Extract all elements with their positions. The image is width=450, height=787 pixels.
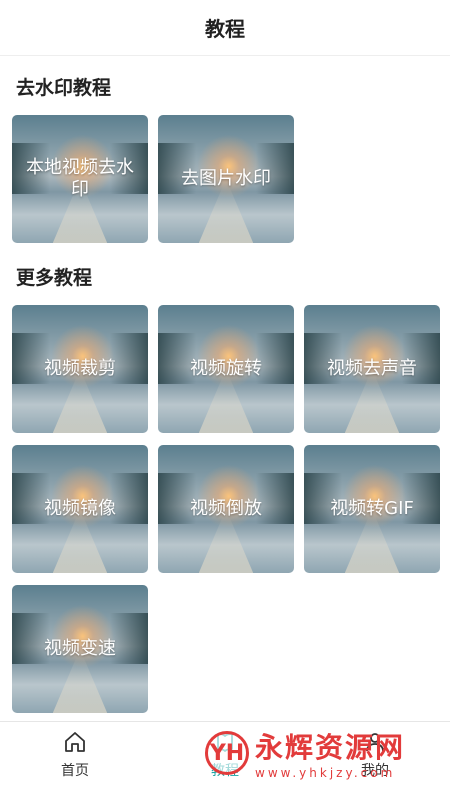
card-label: 视频旋转 — [190, 357, 262, 379]
card-label: 视频转GIF — [330, 497, 414, 519]
tutorial-card-rotate[interactable]: 视频旋转 — [158, 305, 294, 433]
home-icon — [65, 731, 85, 752]
tutorial-card-crop[interactable]: 视频裁剪 — [12, 305, 148, 433]
tutorial-card-local-video[interactable]: 本地视频去水印 — [12, 115, 148, 243]
nav-label-home: 首页 — [61, 762, 89, 779]
nav-label-tutorial: 教程 — [211, 762, 239, 779]
nav-label-mine: 我的 — [361, 762, 389, 779]
page-title: 教程 — [205, 17, 245, 41]
tutorial-card-speed[interactable]: 视频变速 — [12, 585, 148, 713]
card-label: 视频变速 — [44, 637, 116, 659]
card-label: 视频镜像 — [44, 497, 116, 519]
card-label: 视频倒放 — [190, 497, 262, 519]
user-icon — [366, 732, 384, 751]
tutorial-card-image-watermark[interactable]: 去图片水印 — [158, 115, 294, 243]
tutorial-card-mute[interactable]: 视频去声音 — [304, 305, 440, 433]
bottom-nav: 首页 教程 我的 — [0, 721, 450, 787]
top-bar: 教程 — [0, 0, 450, 56]
section-title-watermark: 去水印教程 — [16, 77, 112, 99]
card-label: 视频去声音 — [327, 357, 417, 379]
tutorial-card-gif[interactable]: 视频转GIF — [304, 445, 440, 573]
tutorial-icon — [217, 732, 233, 752]
tutorial-card-mirror[interactable]: 视频镜像 — [12, 445, 148, 573]
nav-item-tutorial[interactable]: 教程 — [150, 722, 300, 787]
card-label: 去图片水印 — [181, 167, 271, 189]
section-title-more: 更多教程 — [16, 267, 93, 289]
nav-item-mine[interactable]: 我的 — [300, 722, 450, 787]
nav-item-home[interactable]: 首页 — [0, 722, 150, 787]
card-label: 本地视频去水印 — [26, 156, 134, 201]
tutorial-card-reverse[interactable]: 视频倒放 — [158, 445, 294, 573]
card-label: 视频裁剪 — [44, 357, 116, 379]
